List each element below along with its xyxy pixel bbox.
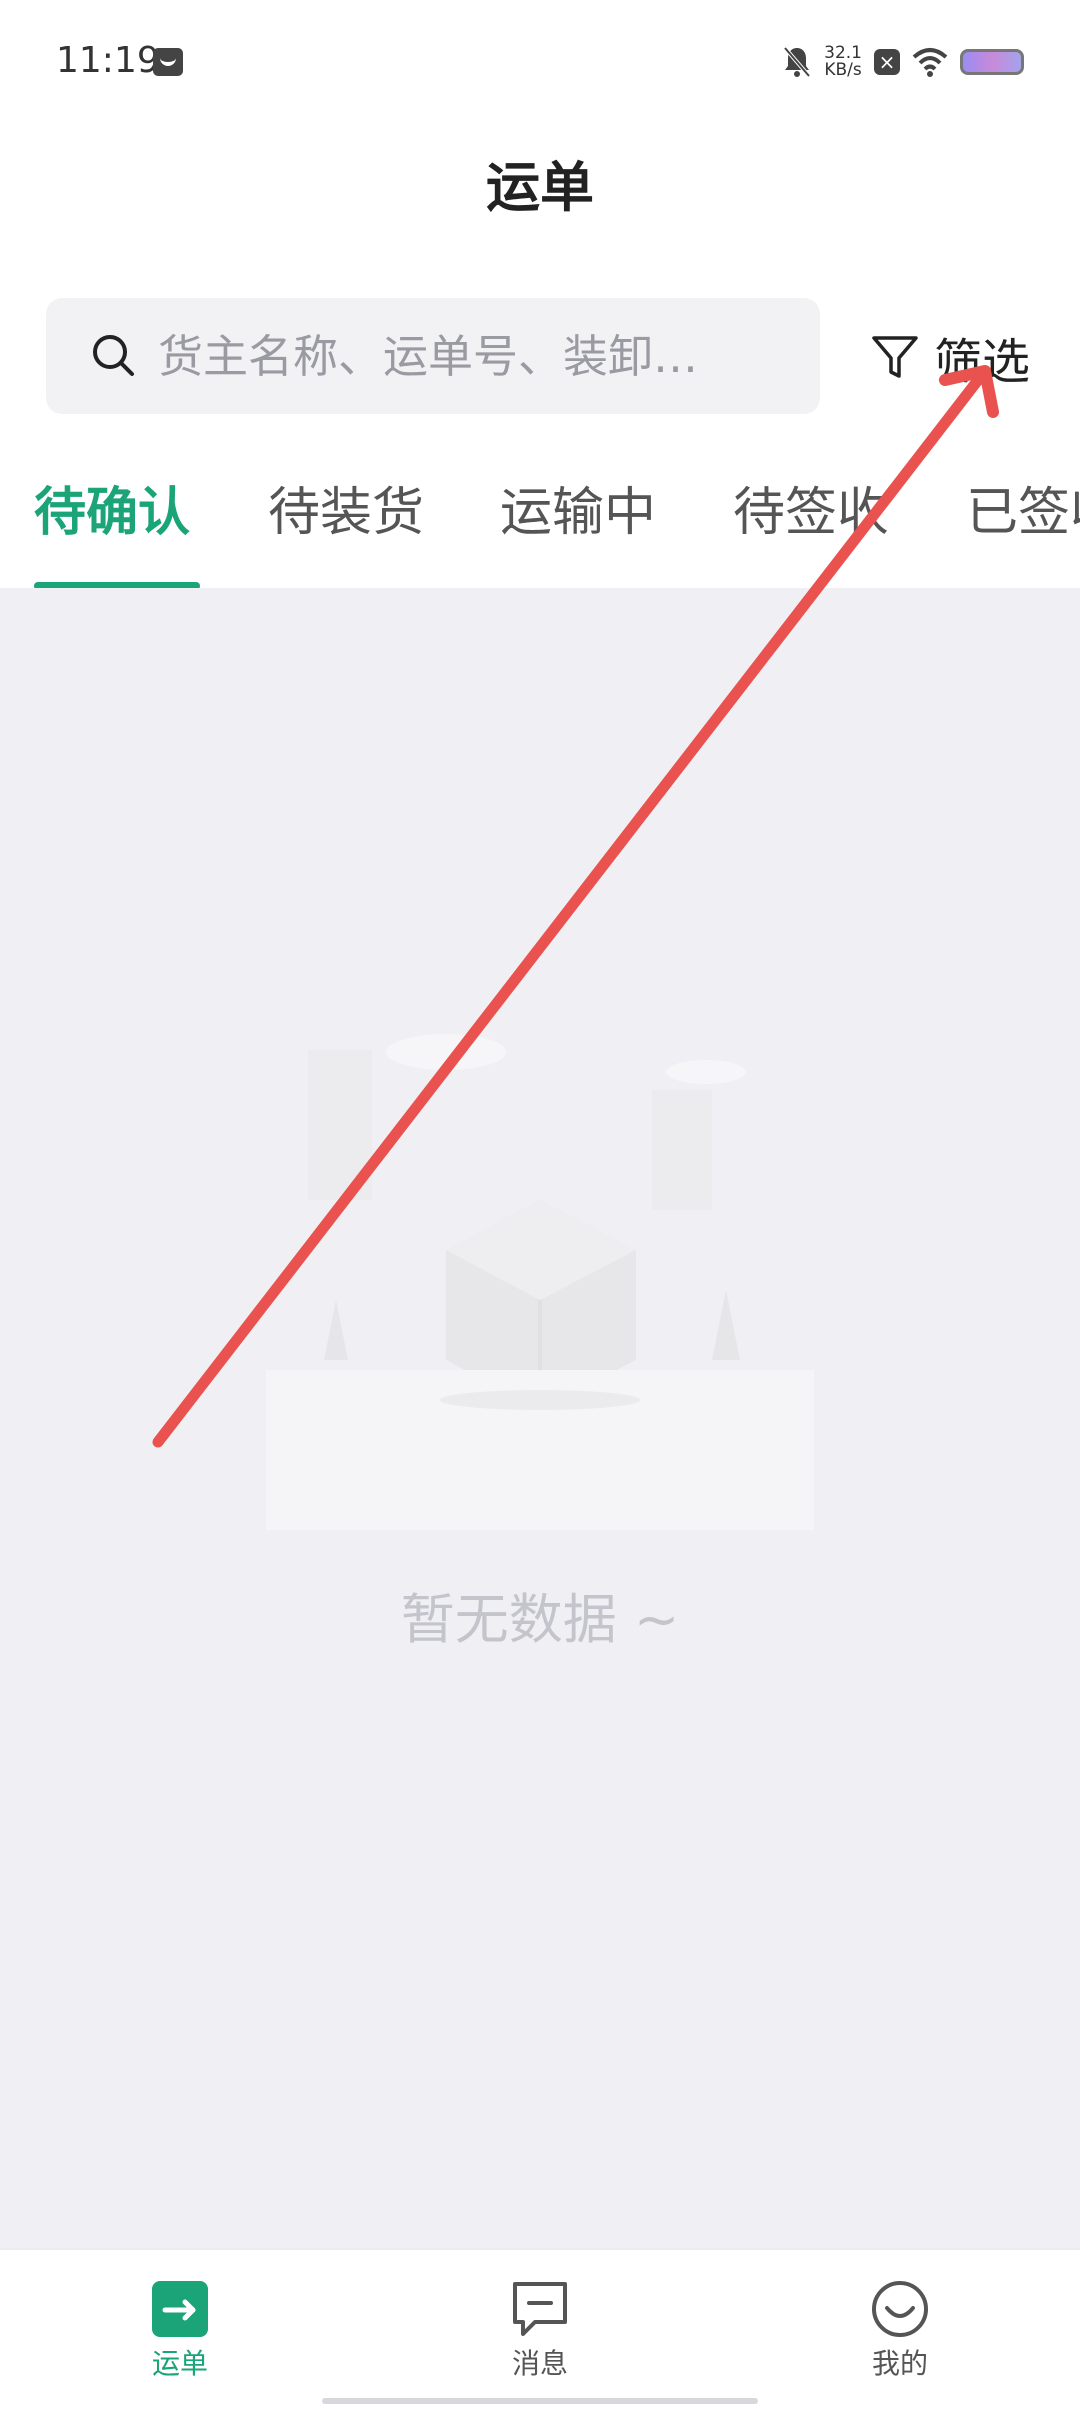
no-sim-icon: × <box>874 49 900 75</box>
network-speed: 32.1 KB/s <box>824 45 862 79</box>
notification-message-icon <box>153 48 183 76</box>
wifi-icon <box>912 48 948 77</box>
filter-button[interactable]: 筛选 <box>870 325 1031 390</box>
nav-item-messages[interactable]: 消息 <box>450 2280 630 2382</box>
battery-icon <box>960 49 1024 75</box>
waybill-icon <box>152 2281 208 2337</box>
empty-state-illustration <box>266 1034 814 1530</box>
search-box[interactable] <box>46 298 820 414</box>
tab-pending-signoff[interactable]: 待签收 <box>733 470 889 545</box>
tab-pending-loading[interactable]: 待装货 <box>268 470 424 545</box>
tab-in-transit[interactable]: 运输中 <box>500 470 656 545</box>
tab-signed[interactable]: 已签收 <box>966 470 1080 545</box>
network-speed-unit: KB/s <box>824 60 862 80</box>
empty-state-text: 暂无数据 ~ <box>400 1588 680 1651</box>
message-icon <box>513 2282 567 2336</box>
nav-item-profile[interactable]: 我的 <box>810 2280 990 2382</box>
nav-label-messages: 消息 <box>511 2347 568 2380</box>
page-title: 运单 <box>486 156 594 219</box>
nav-label-waybill: 运单 <box>151 2347 208 2380</box>
status-icons: 32.1 KB/s × <box>782 40 1024 84</box>
search-icon <box>93 335 134 376</box>
tab-pending-confirm[interactable]: 待确认 <box>34 470 190 545</box>
search-input[interactable] <box>156 323 800 389</box>
status-tabs: 待确认 待装货 运输中 待签收 已签收 <box>0 470 1080 588</box>
home-indicator[interactable] <box>322 2398 758 2404</box>
mute-bell-icon <box>783 46 811 78</box>
nav-item-waybill[interactable]: 运单 <box>90 2280 270 2382</box>
profile-icon <box>872 2281 928 2337</box>
filter-icon <box>872 336 918 378</box>
status-time: 11:19 <box>56 40 160 81</box>
nav-label-profile: 我的 <box>871 2347 928 2380</box>
status-bar: 11:19 32.1 KB/s × <box>0 0 1080 120</box>
filter-label: 筛选 <box>934 334 1031 390</box>
